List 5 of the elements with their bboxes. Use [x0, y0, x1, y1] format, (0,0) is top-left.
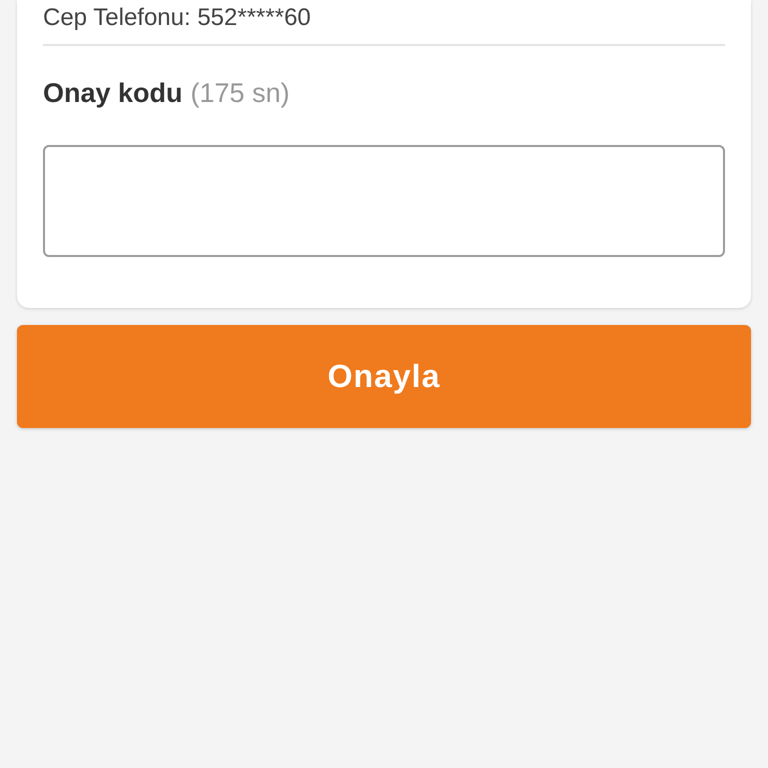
input-field[interactable] — [43, 145, 725, 257]
confirm-button[interactable]: Onayla — [17, 325, 751, 428]
field-label: Onay kodu — [43, 78, 183, 109]
countdown-timer: (175 sn) — [190, 78, 290, 109]
phone-number-text: Cep Telefonu: 552*****60 — [43, 3, 312, 32]
